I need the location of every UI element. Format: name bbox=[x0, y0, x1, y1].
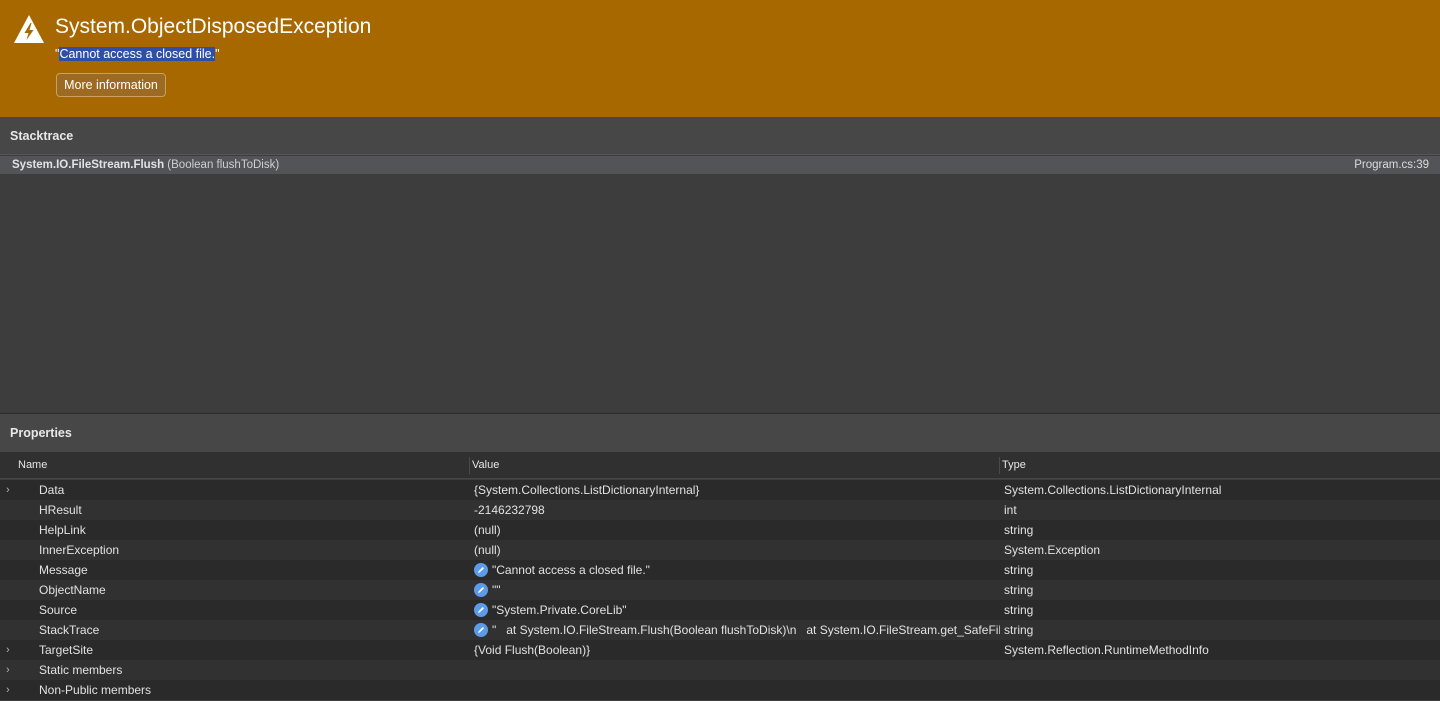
property-name: TargetSite bbox=[39, 643, 94, 657]
property-value-text: {System.Collections.ListDictionaryIntern… bbox=[474, 483, 700, 497]
property-name: Non-Public members bbox=[39, 683, 152, 697]
stack-frame-location[interactable]: Program.cs:39 bbox=[1354, 156, 1429, 174]
property-value-text: "" bbox=[492, 583, 501, 597]
property-type: string bbox=[1004, 603, 1034, 617]
property-value: -2146232798 bbox=[474, 500, 1000, 520]
stack-frame-method: System.IO.FileStream.Flush (Boolean flus… bbox=[12, 156, 279, 174]
table-row[interactable]: HelpLink (null) string bbox=[0, 520, 1440, 540]
property-value[interactable]: "" bbox=[474, 580, 1000, 600]
pencil-icon[interactable] bbox=[474, 563, 488, 577]
exception-message[interactable]: "Cannot access a closed file." bbox=[55, 47, 220, 61]
exception-banner: System.ObjectDisposedException "Cannot a… bbox=[0, 0, 1440, 117]
property-value-text: -2146232798 bbox=[474, 503, 545, 517]
property-name: HelpLink bbox=[39, 523, 86, 537]
property-name: Static members bbox=[39, 663, 123, 677]
property-name: Message bbox=[39, 563, 88, 577]
table-row[interactable]: StackTrace " at System.IO.FileStream.Flus… bbox=[0, 620, 1440, 640]
column-type[interactable]: Type bbox=[1002, 452, 1026, 479]
property-type: string bbox=[1004, 523, 1034, 537]
property-type: System.Reflection.RuntimeMethodInfo bbox=[1004, 643, 1209, 657]
table-row[interactable]: ObjectName "" string bbox=[0, 580, 1440, 600]
table-row[interactable]: › Non-Public members bbox=[0, 680, 1440, 700]
property-type: string bbox=[1004, 623, 1034, 637]
chevron-right-icon[interactable]: › bbox=[6, 640, 14, 660]
property-value-text: " at System.IO.FileStream.Flush(Boolean … bbox=[492, 623, 1000, 637]
properties-column-header: Name Value Type bbox=[0, 452, 1440, 479]
table-row[interactable]: Source "System.Private.CoreLib" string bbox=[0, 600, 1440, 620]
property-type: int bbox=[1004, 503, 1017, 517]
property-value-text: "Cannot access a closed file." bbox=[492, 563, 650, 577]
table-row[interactable]: InnerException (null) System.Exception bbox=[0, 540, 1440, 560]
table-row[interactable]: › TargetSite {Void Flush(Boolean)} System.R… bbox=[0, 640, 1440, 660]
column-divider[interactable] bbox=[999, 457, 1000, 474]
property-value-text: "System.Private.CoreLib" bbox=[492, 603, 627, 617]
exception-title: System.ObjectDisposedException bbox=[55, 15, 372, 38]
chevron-right-icon[interactable]: › bbox=[6, 480, 14, 500]
property-name: ObjectName bbox=[39, 583, 106, 597]
pencil-icon[interactable] bbox=[474, 603, 488, 617]
property-value: (null) bbox=[474, 540, 1000, 560]
property-name: InnerException bbox=[39, 543, 120, 557]
property-type: System.Exception bbox=[1004, 543, 1101, 557]
chevron-right-icon[interactable]: › bbox=[6, 680, 14, 700]
property-name: StackTrace bbox=[39, 623, 100, 637]
pencil-icon[interactable] bbox=[474, 623, 488, 637]
frame-method-name: System.IO.FileStream.Flush bbox=[12, 159, 165, 171]
warning-icon bbox=[14, 15, 44, 43]
column-value[interactable]: Value bbox=[472, 452, 499, 479]
property-name: HResult bbox=[39, 503, 82, 517]
property-value: {System.Collections.ListDictionaryIntern… bbox=[474, 480, 1000, 500]
property-value[interactable]: "Cannot access a closed file." bbox=[474, 560, 1000, 580]
stacktrace-heading: Stacktrace bbox=[0, 117, 1440, 155]
property-value[interactable]: " at System.IO.FileStream.Flush(Boolean … bbox=[474, 620, 1000, 640]
property-type: string bbox=[1004, 563, 1034, 577]
property-name: Data bbox=[39, 483, 65, 497]
stack-frame-row[interactable]: System.IO.FileStream.Flush (Boolean flus… bbox=[0, 156, 1440, 174]
property-name: Source bbox=[39, 603, 78, 617]
property-value-text: (null) bbox=[474, 543, 501, 557]
message-quote-close: " bbox=[215, 47, 220, 61]
table-row[interactable]: Message "Cannot access a closed file." str… bbox=[0, 560, 1440, 580]
property-value-text: (null) bbox=[474, 523, 501, 537]
properties-table: › Data {System.Collections.ListDictionaryI… bbox=[0, 480, 1440, 700]
column-divider[interactable] bbox=[469, 457, 470, 474]
property-value: {Void Flush(Boolean)} bbox=[474, 640, 1000, 660]
property-value-text: {Void Flush(Boolean)} bbox=[474, 643, 591, 657]
stacktrace-list-area bbox=[0, 174, 1440, 414]
column-name[interactable]: Name bbox=[18, 452, 47, 479]
table-row[interactable]: HResult -2146232798 int bbox=[0, 500, 1440, 520]
frame-method-args: (Boolean flushToDisk) bbox=[164, 159, 280, 171]
table-row[interactable]: › Data {System.Collections.ListDictionaryI… bbox=[0, 480, 1440, 500]
property-value: (null) bbox=[474, 520, 1000, 540]
property-type: System.Collections.ListDictionaryInterna… bbox=[1004, 483, 1222, 497]
pencil-icon[interactable] bbox=[474, 583, 488, 597]
property-value[interactable]: "System.Private.CoreLib" bbox=[474, 600, 1000, 620]
table-row[interactable]: › Static members bbox=[0, 660, 1440, 680]
properties-heading: Properties bbox=[0, 414, 1440, 452]
chevron-right-icon[interactable]: › bbox=[6, 660, 14, 680]
property-type: string bbox=[1004, 583, 1034, 597]
more-information-button[interactable]: More information bbox=[56, 73, 166, 97]
message-selection[interactable]: Cannot access a closed file. bbox=[59, 47, 216, 61]
